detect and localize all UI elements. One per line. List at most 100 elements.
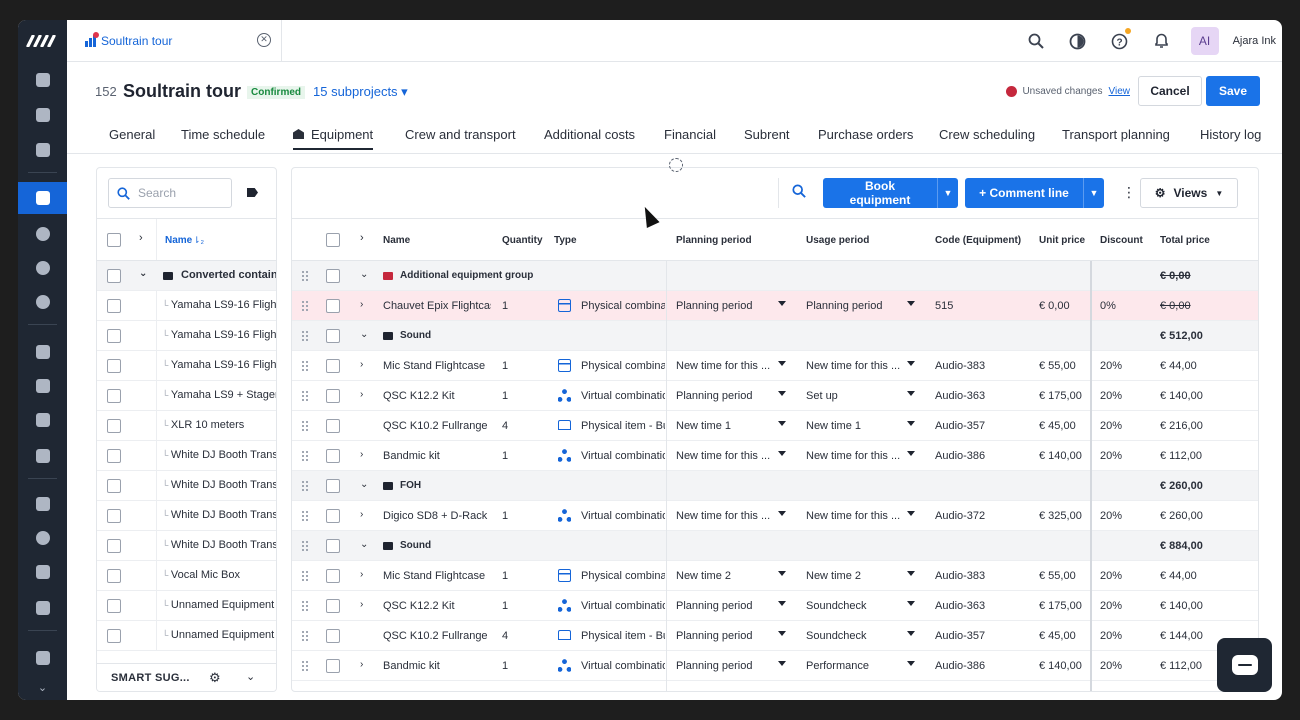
item-discount[interactable]: 20% (1100, 510, 1122, 522)
nav-contacts-card[interactable] (18, 370, 67, 402)
table-row[interactable]: › Chauvet Epix Flightcase 1 Physical combin… (292, 291, 1258, 321)
row-checkbox[interactable] (326, 299, 340, 313)
view-changes-link[interactable]: View (1109, 86, 1131, 97)
item-discount[interactable]: 20% (1100, 390, 1122, 402)
chat-widget-button[interactable] (1217, 638, 1272, 692)
row-checkbox[interactable] (107, 419, 121, 433)
item-quantity[interactable]: 1 (502, 660, 508, 672)
left-list-item[interactable]: Yamaha LS9 + Stagerack (97, 381, 276, 411)
caret-down-icon[interactable] (778, 511, 786, 516)
nav-reports[interactable] (18, 592, 67, 624)
item-discount[interactable]: 20% (1100, 360, 1122, 372)
planning-period-select[interactable]: New time for this ... (676, 510, 772, 522)
views-button[interactable]: ⚙ Views ▼ (1140, 178, 1238, 208)
app-logo[interactable] (18, 20, 67, 62)
usage-period-select[interactable]: New time 1 (806, 420, 902, 432)
planning-period-select[interactable]: Planning period (676, 390, 772, 402)
drag-handle-icon[interactable] (301, 450, 309, 461)
item-name[interactable]: Mic Stand Flightcase (383, 360, 491, 372)
item-discount[interactable]: 20% (1100, 420, 1122, 432)
drag-handle-icon[interactable] (301, 360, 309, 371)
caret-down-icon[interactable] (778, 601, 786, 606)
left-list-item[interactable]: Unnamed Equipment (97, 621, 276, 651)
caret-down-icon[interactable] (778, 631, 786, 636)
item-name[interactable]: QSC K12.2 Kit (383, 390, 491, 402)
name-column-header[interactable]: Name (165, 235, 192, 246)
item-quantity[interactable]: 4 (502, 630, 508, 642)
chevron-right-icon[interactable]: › (360, 232, 364, 244)
nav-finance[interactable] (18, 286, 67, 318)
nav-tasks[interactable] (18, 488, 67, 520)
table-row[interactable]: QSC K10.2 Fullrange ... 4 Physical item - … (292, 411, 1258, 441)
usage-period-select[interactable]: Soundcheck (806, 600, 902, 612)
left-list-item[interactable]: Vocal Mic Box (97, 561, 276, 591)
chevron-right-icon[interactable]: › (139, 232, 143, 244)
row-checkbox[interactable] (326, 329, 340, 343)
item-unit-price[interactable]: € 175,00 (1039, 600, 1082, 612)
row-checkbox[interactable] (326, 569, 340, 583)
caret-down-icon[interactable] (907, 301, 915, 306)
chevron-down-icon[interactable]: ⌄ (360, 329, 368, 340)
caret-down-icon[interactable] (778, 661, 786, 666)
theme-toggle-icon[interactable] (1057, 20, 1099, 62)
more-options-icon[interactable]: ⋮ (1122, 184, 1136, 201)
caret-down-icon[interactable] (778, 571, 786, 576)
item-quantity[interactable]: 1 (502, 600, 508, 612)
select-all-checkbox[interactable] (326, 233, 340, 247)
row-checkbox[interactable] (107, 359, 121, 373)
left-list-item[interactable]: XLR 10 meters (97, 411, 276, 441)
drag-handle-icon[interactable] (301, 510, 309, 521)
nav-globe[interactable] (18, 252, 67, 284)
item-name[interactable]: Bandmic kit (383, 660, 491, 672)
drag-handle-icon[interactable] (301, 660, 309, 671)
nav-contacts[interactable] (18, 218, 67, 250)
usage-period-select[interactable]: New time for this ... (806, 450, 902, 462)
col-name[interactable]: Name (383, 235, 410, 246)
planning-period-select[interactable]: Planning period (676, 660, 772, 672)
row-checkbox[interactable] (107, 629, 121, 643)
caret-down-icon[interactable] (907, 601, 915, 606)
row-checkbox[interactable] (326, 389, 340, 403)
row-checkbox[interactable] (326, 359, 340, 373)
subprojects-dropdown[interactable]: 15 subprojects ▾ (313, 84, 408, 100)
usage-period-select[interactable]: Soundcheck (806, 630, 902, 642)
chevron-right-icon[interactable]: › (360, 359, 363, 370)
gear-icon[interactable]: ⚙ (209, 670, 221, 686)
help-icon[interactable]: ? (1099, 20, 1141, 62)
comment-line-dropdown[interactable]: ▼ (1083, 178, 1104, 208)
item-name[interactable]: Bandmic kit (383, 450, 491, 462)
planning-period-select[interactable]: Planning period (676, 600, 772, 612)
caret-down-icon[interactable] (907, 571, 915, 576)
caret-down-icon[interactable] (907, 631, 915, 636)
close-icon[interactable]: ✕ (257, 32, 271, 47)
drag-handle-icon[interactable] (301, 480, 309, 491)
left-list-item[interactable]: Yamaha LS9-16 Flightcase (97, 291, 276, 321)
left-list-item[interactable]: White DJ Booth Transport (97, 531, 276, 561)
caret-down-icon[interactable] (907, 511, 915, 516)
col-unit-price[interactable]: Unit price (1039, 235, 1085, 246)
item-name[interactable]: Chauvet Epix Flightcase (383, 300, 491, 312)
group-row[interactable]: ⌄ Sound € 512,00 (292, 321, 1258, 351)
avatar[interactable]: AI (1190, 27, 1219, 55)
item-discount[interactable]: 20% (1100, 450, 1122, 462)
search-icon[interactable] (792, 184, 806, 201)
caret-down-icon[interactable] (778, 361, 786, 366)
table-row[interactable]: › Mic Stand Flightcase 1 Physical combinati… (292, 561, 1258, 591)
drag-handle-icon[interactable] (301, 630, 309, 641)
chevron-down-icon[interactable]: ⌄ (360, 479, 368, 490)
drag-handle-icon[interactable] (301, 540, 309, 551)
sort-icon[interactable]: ⇂₂ (193, 235, 204, 246)
item-quantity[interactable]: 4 (502, 420, 508, 432)
tab-general[interactable]: General (109, 127, 155, 142)
col-usage-period[interactable]: Usage period (806, 235, 869, 246)
drag-handle-icon[interactable] (301, 330, 309, 341)
select-all-checkbox[interactable] (107, 233, 121, 247)
drag-handle-icon[interactable] (301, 600, 309, 611)
row-checkbox[interactable] (326, 449, 340, 463)
caret-down-icon[interactable] (778, 391, 786, 396)
item-name[interactable]: Digico SD8 + D-Rack (383, 510, 491, 522)
usage-period-select[interactable]: New time 2 (806, 570, 902, 582)
nav-crew[interactable] (18, 404, 67, 436)
group-row[interactable]: ⌄ Sound € 884,00 (292, 531, 1258, 561)
tab-financial[interactable]: Financial (664, 127, 716, 142)
